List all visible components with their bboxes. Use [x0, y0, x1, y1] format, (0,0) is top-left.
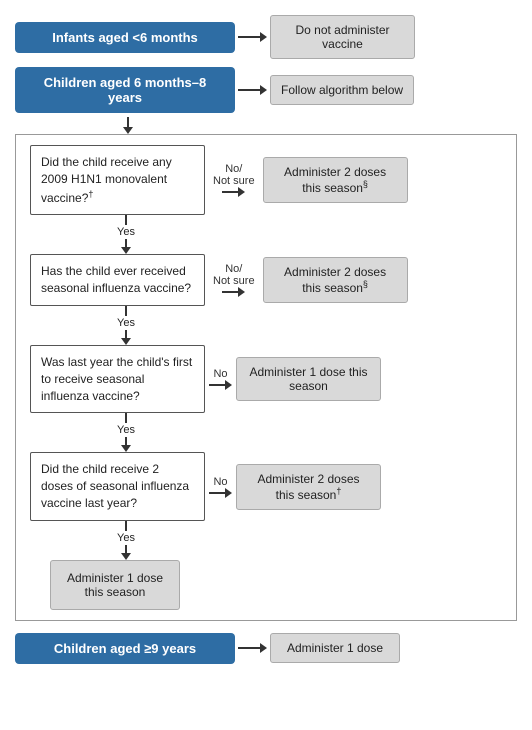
- q4-yes-connector: Yes: [117, 521, 135, 560]
- children-6-8-result: Follow algorithm below: [270, 75, 414, 105]
- q2-yes-connector: Yes: [117, 306, 135, 345]
- final-result-wrapper: Administer 1 dose this season: [50, 560, 180, 610]
- final-result-box: Administer 1 dose this season: [50, 560, 180, 610]
- q1-yes-connector: Yes: [117, 215, 135, 254]
- q4-result: Administer 2 doses this season†: [236, 464, 381, 510]
- q2-yes-label: Yes: [117, 317, 135, 329]
- children-9-arrow: [238, 643, 267, 653]
- children-6-8-header: Children aged 6 months–8 years: [15, 67, 235, 113]
- q4-box: Did the child receive 2 doses of seasona…: [30, 452, 205, 520]
- infants-result: Do not administer vaccine: [270, 15, 415, 59]
- q1-row: Did the child receive any 2009 H1N1 mono…: [30, 145, 408, 215]
- flowchart: Infants aged <6 months Do not administer…: [15, 15, 517, 664]
- children-9-header: Children aged ≥9 years: [15, 633, 235, 664]
- children-6-8-arrow: [238, 85, 267, 95]
- into-algo-arrow: [123, 117, 133, 134]
- q3-row: Was last year the child's first to recei…: [30, 345, 381, 413]
- children-9-row: Children aged ≥9 years Administer 1 dose: [15, 633, 517, 664]
- q3-no-arrow: [209, 380, 232, 390]
- children-header-row: Children aged 6 months–8 years Follow al…: [15, 67, 517, 113]
- infants-row: Infants aged <6 months Do not administer…: [15, 15, 517, 59]
- children-9-result: Administer 1 dose: [270, 633, 400, 663]
- q3-no-label: No: [213, 368, 227, 380]
- infants-header: Infants aged <6 months: [15, 22, 235, 53]
- infants-arrow: [238, 32, 267, 42]
- q1-no-arrow: [222, 187, 245, 197]
- q3-yes-connector: Yes: [117, 413, 135, 452]
- q2-no-arrow: [222, 287, 245, 297]
- q2-no-label: No/ Not sure: [213, 263, 255, 287]
- algorithm-box: Did the child receive any 2009 H1N1 mono…: [15, 134, 517, 621]
- q4-no-arrow: [209, 488, 232, 498]
- q2-result: Administer 2 doses this season§: [263, 257, 408, 303]
- q4-row: Did the child receive 2 doses of seasona…: [30, 452, 381, 520]
- q1-result: Administer 2 doses this season§: [263, 157, 408, 203]
- q3-yes-label: Yes: [117, 424, 135, 436]
- q4-yes-label: Yes: [117, 532, 135, 544]
- q2-row: Has the child ever received seasonal inf…: [30, 254, 408, 306]
- q4-no-label: No: [213, 476, 227, 488]
- q3-box: Was last year the child's first to recei…: [30, 345, 205, 413]
- q1-yes-label: Yes: [117, 226, 135, 238]
- q1-box: Did the child receive any 2009 H1N1 mono…: [30, 145, 205, 215]
- q2-box: Has the child ever received seasonal inf…: [30, 254, 205, 306]
- q3-result: Administer 1 dose this season: [236, 357, 381, 401]
- q1-no-label: No/ Not sure: [213, 163, 255, 187]
